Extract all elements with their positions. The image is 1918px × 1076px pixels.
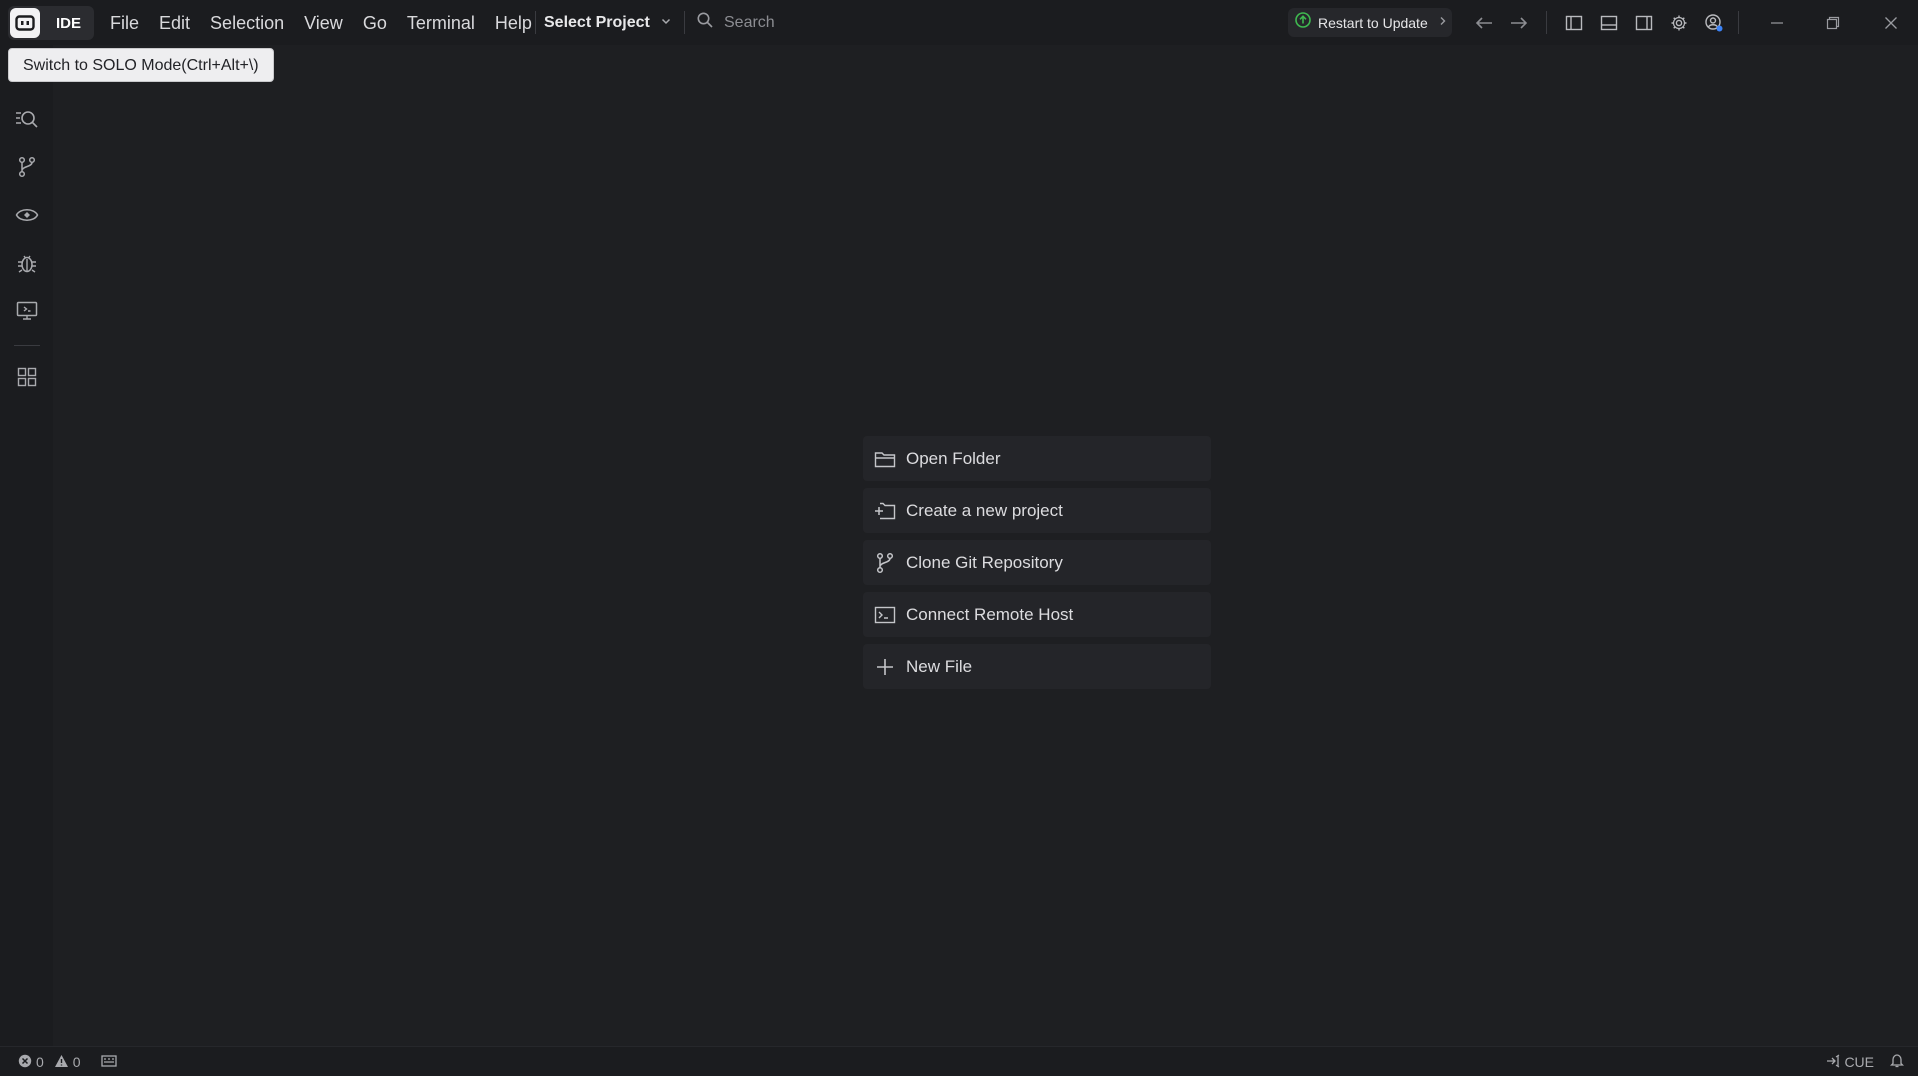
menu-file[interactable]: File (100, 0, 149, 45)
menu-view[interactable]: View (294, 0, 353, 45)
toggle-panel-icon[interactable] (1595, 0, 1623, 45)
activity-bar-divider (14, 345, 40, 346)
language-mode[interactable]: CUE (1826, 1054, 1874, 1071)
cue-language-icon (1826, 1054, 1840, 1071)
error-count: 0 (36, 1054, 44, 1070)
create-project-button[interactable]: Create a new project (863, 488, 1211, 533)
new-file-button[interactable]: New File (863, 644, 1211, 689)
restore-icon[interactable] (1819, 0, 1847, 45)
editor-area: Open Folder Create a new project Clone G… (53, 45, 1918, 1046)
remote-icon[interactable] (12, 200, 42, 230)
terminal-icon[interactable] (100, 1054, 117, 1070)
search-icon[interactable] (12, 104, 42, 134)
plus-icon (873, 655, 897, 679)
titlebar-divider (535, 11, 536, 34)
problems-indicator[interactable]: 0 0 (18, 1047, 117, 1076)
update-icon (1294, 11, 1312, 34)
git-branch-icon (873, 551, 897, 575)
menu-edit[interactable]: Edit (149, 0, 200, 45)
mode-switch[interactable]: IDE (8, 6, 94, 40)
open-folder-label: Open Folder (906, 448, 1001, 468)
new-file-label: New File (906, 656, 973, 676)
menu-help[interactable]: Help (485, 0, 542, 45)
error-icon (18, 1054, 32, 1071)
connect-remote-button[interactable]: Connect Remote Host (863, 592, 1211, 637)
chevron-right-icon (1438, 14, 1448, 32)
language-label: CUE (1844, 1054, 1874, 1070)
project-select[interactable]: Select Project (544, 0, 672, 45)
search-box[interactable]: Search (696, 0, 1256, 45)
restart-to-update-label: Restart to Update (1318, 14, 1428, 31)
project-select-label: Select Project (544, 13, 650, 31)
solo-mode-tooltip: Switch to SOLO Mode(Ctrl+Alt+\) (8, 48, 274, 82)
account-icon[interactable] (1700, 0, 1728, 45)
status-bar: 0 0 CUE (0, 1046, 1918, 1076)
remote-host-icon (873, 603, 897, 627)
connect-remote-label: Connect Remote Host (906, 604, 1074, 624)
titlebar-divider (1738, 11, 1739, 34)
folder-icon (873, 447, 897, 471)
notifications-bell-icon[interactable] (1889, 1053, 1905, 1071)
title-bar: IDE File Edit Selection View Go Terminal… (0, 0, 1918, 45)
toggle-sidebar-icon[interactable] (1560, 0, 1588, 45)
titlebar-divider (1546, 11, 1547, 34)
toggle-secondary-sidebar-icon[interactable] (1630, 0, 1658, 45)
warning-icon (54, 1054, 69, 1071)
minimize-icon[interactable] (1763, 0, 1791, 45)
menu-terminal[interactable]: Terminal (397, 0, 485, 45)
close-icon[interactable] (1877, 0, 1905, 45)
source-control-icon[interactable] (12, 152, 42, 182)
new-project-icon (873, 499, 897, 523)
warning-count: 0 (72, 1054, 81, 1070)
clone-git-button[interactable]: Clone Git Repository (863, 540, 1211, 585)
menu-selection[interactable]: Selection (200, 0, 294, 45)
extensions-icon[interactable] (12, 362, 42, 392)
remote-explorer-icon[interactable] (12, 296, 42, 326)
restart-to-update-button[interactable]: Restart to Update (1288, 8, 1452, 37)
create-project-label: Create a new project (906, 500, 1063, 520)
welcome-actions: Open Folder Create a new project Clone G… (863, 436, 1211, 696)
search-icon (696, 11, 714, 34)
ide-mode-icon[interactable] (10, 8, 40, 38)
mode-label: IDE (56, 14, 82, 32)
menu-go[interactable]: Go (353, 0, 397, 45)
clone-git-label: Clone Git Repository (906, 552, 1063, 572)
chevron-down-icon (660, 14, 672, 32)
back-arrow-icon[interactable] (1470, 0, 1498, 45)
activity-bar (0, 45, 53, 1046)
debug-icon[interactable] (12, 248, 42, 278)
titlebar-divider (684, 11, 685, 34)
forward-arrow-icon[interactable] (1505, 0, 1533, 45)
search-placeholder: Search (724, 13, 775, 31)
settings-gear-icon[interactable] (1665, 0, 1693, 45)
menu-bar: File Edit Selection View Go Terminal Hel… (100, 0, 542, 45)
open-folder-button[interactable]: Open Folder (863, 436, 1211, 481)
